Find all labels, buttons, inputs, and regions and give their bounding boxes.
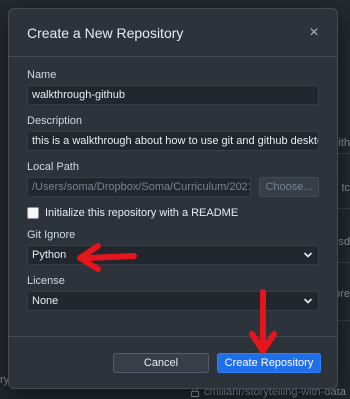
annotation-arrow-down-icon bbox=[249, 289, 277, 354]
git-ignore-select[interactable]: Python bbox=[27, 245, 319, 265]
readme-label: Initialize this repository with a README bbox=[45, 207, 239, 219]
bg-fragment: tc bbox=[341, 182, 350, 194]
git-ignore-value: Python bbox=[32, 249, 67, 261]
chevron-down-icon bbox=[304, 298, 312, 304]
description-label: Description bbox=[27, 115, 83, 127]
dialog-header: Create a New Repository × bbox=[9, 9, 337, 57]
chevron-down-icon bbox=[304, 252, 312, 258]
dialog-title: Create a New Repository bbox=[27, 24, 184, 41]
dialog-footer: Cancel Create Repository bbox=[9, 336, 337, 388]
readme-checkbox[interactable] bbox=[27, 207, 39, 219]
local-path-label: Local Path bbox=[27, 161, 79, 173]
cancel-button[interactable]: Cancel bbox=[113, 352, 209, 373]
create-repository-dialog: Create a New Repository × Name walkthrou… bbox=[8, 8, 338, 389]
description-field: Description this is a walkthrough about … bbox=[27, 115, 319, 151]
local-path-input[interactable]: /Users/soma/Dropbox/Soma/Curriculum/2021… bbox=[27, 177, 251, 197]
choose-path-button[interactable]: Choose... bbox=[259, 177, 319, 197]
name-field: Name walkthrough-github bbox=[27, 69, 319, 105]
bg-fragment: ith bbox=[338, 137, 350, 149]
description-input[interactable]: this is a walkthrough about how to use g… bbox=[27, 131, 319, 151]
license-label: License bbox=[27, 275, 65, 287]
name-label: Name bbox=[27, 69, 57, 81]
git-ignore-field: Git Ignore Python bbox=[27, 229, 319, 265]
git-ignore-label: Git Ignore bbox=[27, 229, 76, 241]
local-path-row: /Users/soma/Dropbox/Soma/Curriculum/2021… bbox=[27, 177, 319, 197]
local-path-field: Local Path /Users/soma/Dropbox/Soma/Curr… bbox=[27, 161, 319, 197]
annotation-arrow-left-icon bbox=[77, 243, 137, 272]
close-icon[interactable]: × bbox=[305, 24, 323, 41]
bg-fragment: sd bbox=[338, 236, 350, 248]
name-input[interactable]: walkthrough-github bbox=[27, 85, 319, 105]
dialog-body: Name walkthrough-github Description this… bbox=[9, 57, 337, 311]
readme-option[interactable]: Initialize this repository with a README bbox=[27, 207, 319, 219]
